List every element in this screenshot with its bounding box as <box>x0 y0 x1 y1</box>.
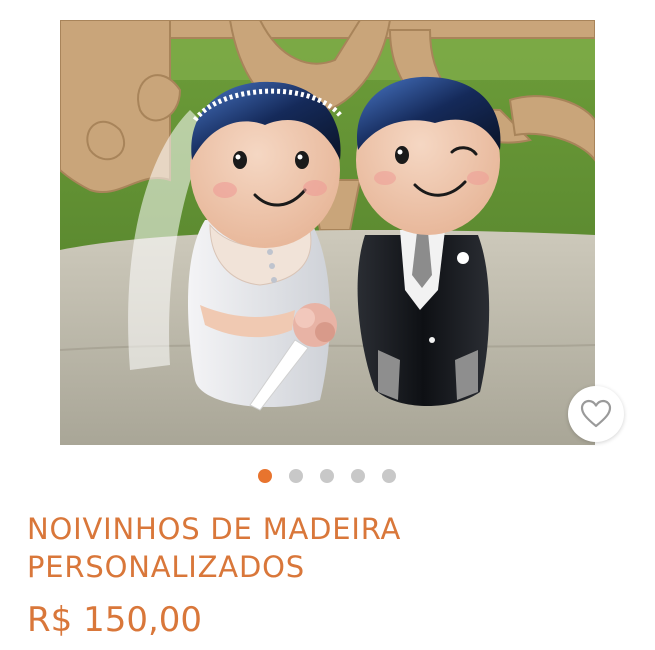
product-title: NOIVINHOS DE MADEIRA PERSONALIZADOS <box>27 510 627 586</box>
carousel-dot-3[interactable] <box>320 469 334 483</box>
carousel-indicator <box>0 468 655 486</box>
carousel-dot-4[interactable] <box>351 469 365 483</box>
carousel-dot-5[interactable] <box>382 469 396 483</box>
product-title-line-2: PERSONALIZADOS <box>27 550 305 584</box>
heart-outline-icon <box>580 399 612 428</box>
carousel-dot-2[interactable] <box>289 469 303 483</box>
bride-groom-figurines-photo <box>60 20 595 445</box>
carousel-dot-1[interactable] <box>258 469 272 483</box>
product-image[interactable] <box>60 20 595 445</box>
favorite-button[interactable] <box>568 386 624 442</box>
product-title-line-1: NOIVINHOS DE MADEIRA <box>27 512 402 546</box>
product-price: R$ 150,00 <box>27 600 203 640</box>
